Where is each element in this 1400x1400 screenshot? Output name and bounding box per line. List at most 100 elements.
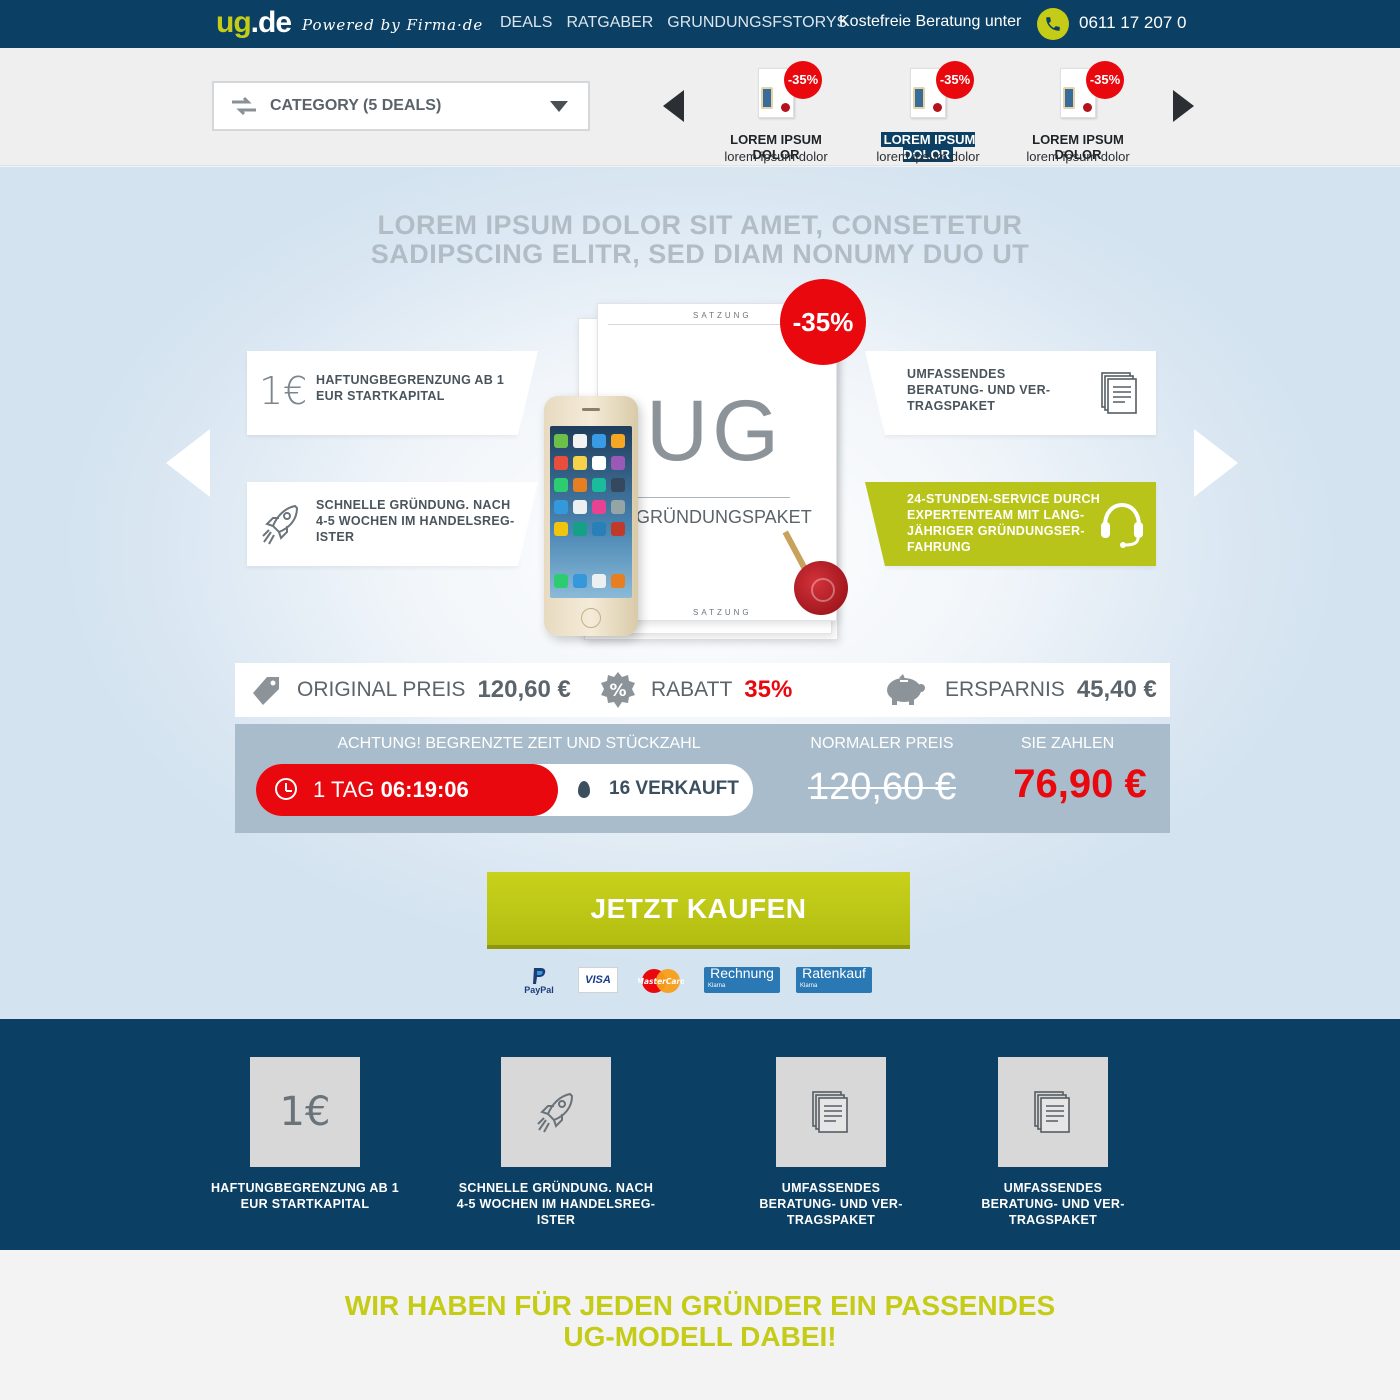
deal-thumb-1[interactable]: -35% LOREM IPSUM DOLOR lorem ipsum dolor [706,56,846,164]
euro-icon: 1€ [259,369,308,413]
hero-title-line2: SADIPSCING ELITR, SED DIAM NONUMY DUO UT [370,239,1030,269]
band-text: HAFTUNGBEGRENZUNG AB 1 [210,1181,400,1195]
discount-badge: -35% [1086,61,1124,99]
feature-text: JÄHRIGER GRÜNDUNGSER- [907,524,1085,538]
band-item-liability: 1€ HAFTUNGBEGRENZUNG AB 1 EUR STARTKAPIT… [205,1057,405,1212]
band-text: 4-5 WOCHEN IM HANDELSREG- [456,1197,656,1211]
deal-subtitle: lorem ipsum dolor [876,149,980,164]
powered-by: Powered by Firma·de [302,16,484,34]
mastercard-label: MasterCard [638,977,684,986]
deals-prev-arrow-icon[interactable] [663,90,684,122]
you-pay-label: SIE ZAHLEN [1020,735,1115,752]
satzung-label-bottom: SATZUNG [693,608,752,617]
you-pay-value: 76,90 € [1013,762,1147,806]
stopwatch-icon [275,778,297,800]
nav-deals[interactable]: DEALS [500,14,552,32]
normal-price-label: NORMALER PREIS [810,735,954,752]
sold-count: 16 VERKAUFT [578,778,739,800]
feature-consulting: UMFASSENDES BERATUNG- UND VER- TRAGSPAKE… [865,351,1156,435]
feature-text: BERATUNG- UND VER- [907,383,1051,397]
klarna-invoice-label: Rechnung [710,965,774,981]
band-item-consulting: UMFASSENDES BERATUNG- UND VER- TRAGSPAKE… [731,1057,931,1228]
phone-label: Kostefreie Beratung unter [839,13,1022,30]
deal-thumb-3[interactable]: -35% LOREM IPSUM DOLOR lorem ipsum dolor [1008,56,1148,164]
visa-icon: VISA [578,967,618,993]
original-price-value: 120,60 € [477,676,571,703]
normal-price-value: 120,60 € [808,766,956,808]
feature-24h-service: 24-STUNDEN-SERVICE DURCH EXPERTENTEAM MI… [865,482,1156,566]
discount-badge: -35% [784,61,822,99]
band-text: SCHNELLE GRÜNDUNG. NACH [458,1181,654,1195]
hero-section: LOREM IPSUM DOLOR SIT AMET, CONSETETUR S… [0,167,1400,1019]
discount-label: RABATT [651,678,733,701]
deal-subtitle: lorem ipsum dolor [1026,149,1130,164]
savings-label: ERSPARNIS [945,678,1065,701]
band-text: TRAGSPAKET [1008,1213,1098,1227]
paypal-label: PayPal [524,985,554,995]
nav-ratgaber[interactable]: RATGABER [566,14,653,32]
band-icon-box [776,1057,886,1167]
band-text: EUR STARTKAPITAL [240,1197,370,1211]
bottom-title: WIR HABEN FÜR JEDEN GRÜNDER EIN PASSENDE… [300,1290,1100,1352]
ug-text: UG [646,383,783,479]
hero-prev-arrow-icon[interactable] [166,429,210,497]
hero-next-arrow-icon[interactable] [1194,429,1238,497]
original-price: ORIGINAL PREIS 120,60 € [249,663,571,717]
klarna-installment-label: Ratenkauf [802,965,866,981]
band-item-consulting-2: UMFASSENDES BERATUNG- UND VER- TRAGSPAKE… [953,1057,1153,1228]
headset-icon [1101,502,1143,548]
klarna-small-label: Klarna [800,983,818,989]
rocket-icon [262,504,299,545]
sold-text: 16 VERKAUFT [609,778,739,799]
deal-subtitle: lorem ipsum dolor [724,149,828,164]
feature-text: FAHRUNG [907,540,971,554]
flame-icon [578,780,590,798]
band-text: BERATUNG- UND VER- [981,1197,1125,1211]
feature-text: TRAGSPAKET [907,399,996,413]
band-icon-box [501,1057,611,1167]
documents-icon [812,1091,848,1133]
feature-text: 4-5 WOCHEN IM HANDELSREG- [316,514,515,528]
phone-number[interactable]: 0611 17 207 0 [1079,13,1186,33]
klarna-invoice-icon: Rechnung Klarna [704,965,780,993]
smartphone-image [544,396,638,636]
rocket-icon [537,1092,574,1133]
countdown-days: 1 TAG [313,777,375,802]
features-band: 1€ HAFTUNGBEGRENZUNG AB 1 EUR STARTKAPIT… [0,1019,1400,1250]
discount: % RABATT 35% [599,663,792,717]
price-strip: ORIGINAL PREIS 120,60 € % RABATT 35% ERS… [235,663,1170,717]
hero-title: LOREM IPSUM DOLOR SIT AMET, CONSETETUR S… [350,211,1050,269]
feature-text: 24-STUNDEN-SERVICE DURCH [907,492,1101,506]
original-price-label: ORIGINAL PREIS [297,678,466,701]
feature-text: SCHNELLE GRÜNDUNG. NACH [316,498,511,512]
logo-de: .de [250,6,292,39]
category-select[interactable]: CATEGORY (5 DEALS) [212,81,590,131]
band-text: BERATUNG- UND VER- [759,1197,903,1211]
logo[interactable]: ug.de [216,6,292,40]
euro-icon: 1€ [279,1089,331,1135]
bottom-title-line2: UG-MODELL DABEI! [563,1321,837,1352]
documents-icon [1034,1091,1070,1133]
countdown-pill: 1 TAG 06:19:06 16 VERKAUFT [256,764,753,816]
top-bar: ug.de Powered by Firma·de DEALS RATGABER… [0,0,1400,48]
feature-text: EXPERTENTEAM MIT LANG- [907,508,1085,522]
swap-arrows-icon [232,96,256,116]
price-tag-icon [253,677,279,705]
satzung-label-top: SATZUNG [693,311,752,320]
deal-thumb-2[interactable]: -35% LOREM IPSUM DOLOR lorem ipsum dolor [858,56,998,164]
band-text: ISTER [536,1213,576,1227]
countdown-timer: 1 TAG 06:19:06 [256,764,558,816]
attention-text: ACHTUNG! BEGRENZTE ZEIT UND STÜCKZAHL [337,735,701,752]
feature-text: UMFASSENDES [907,367,1006,381]
deals-bar: CATEGORY (5 DEALS) -35% LOREM IPSUM DOLO… [0,48,1400,166]
buy-now-button[interactable]: JETZT KAUFEN [487,872,910,949]
deals-next-arrow-icon[interactable] [1173,90,1194,122]
band-icon-box: 1€ [250,1057,360,1167]
nav-grundungsfstorys[interactable]: GRUNDUNGSFSTORYS [667,14,847,32]
phone-icon[interactable] [1037,8,1069,40]
svg-text:%: % [609,681,626,701]
documents-icon [1101,372,1137,414]
logo-ug: ug [216,6,252,39]
feature-text: EUR STARTKAPITAL [316,389,445,403]
band-text: TRAGSPAKET [786,1213,876,1227]
